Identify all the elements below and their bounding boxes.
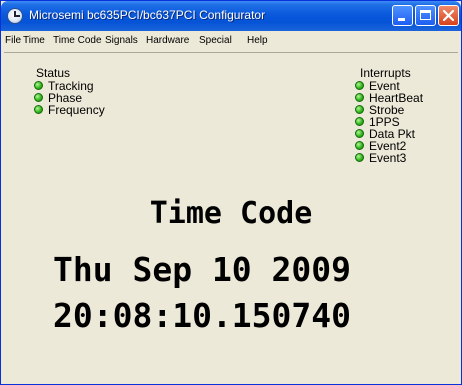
interrupt-led-icon [355,153,364,162]
menu-file[interactable]: File [5,35,21,46]
status-item-frequency: Frequency [34,104,105,116]
menu-bar: File Time Time Code Signals Hardware Spe… [1,31,461,51]
menu-signals[interactable]: Signals [105,35,138,46]
status-led-icon [34,105,43,114]
minimize-button[interactable] [392,5,413,26]
interrupt-item-event3: Event3 [355,152,423,164]
menu-help[interactable]: Help [247,35,268,46]
interrupt-item-label: Event3 [369,151,407,165]
status-led-icon [34,93,43,102]
interrupt-led-icon [355,105,364,114]
interrupt-led-icon [355,129,364,138]
window-title: Microsemi bc635PCI/bc637PCI Configurator [29,8,266,22]
status-item-label: Frequency [48,103,105,117]
title-bar[interactable]: Microsemi bc635PCI/bc637PCI Configurator [1,1,461,31]
close-icon [442,9,455,22]
time-readout: 20:08:10.150740 [53,296,352,335]
interrupt-led-icon [355,93,364,102]
date-readout: Thu Sep 10 2009 [53,250,352,289]
status-list: Tracking Phase Frequency [34,80,105,116]
maximize-icon [420,10,431,20]
app-window: Microsemi bc635PCI/bc637PCI Configurator… [0,0,462,385]
clock-icon [7,8,23,24]
interrupts-list: Event HeartBeat Strobe 1PPS Data Pkt Eve… [355,80,423,164]
status-led-icon [34,81,43,90]
menu-time[interactable]: Time [23,35,45,46]
interrupt-led-icon [355,117,364,126]
time-code-label: Time Code [149,196,313,231]
minimize-icon [398,18,405,21]
menu-time-code[interactable]: Time Code [53,35,102,46]
interrupt-led-icon [355,141,364,150]
status-heading: Status [36,66,71,80]
close-button[interactable] [438,5,459,26]
menu-special[interactable]: Special [199,35,232,46]
main-panel: Status Tracking Phase Frequency Interrup… [4,52,458,383]
interrupts-heading: Interrupts [360,66,411,80]
menu-hardware[interactable]: Hardware [146,35,189,46]
interrupt-led-icon [355,81,364,90]
maximize-button[interactable] [415,5,436,26]
